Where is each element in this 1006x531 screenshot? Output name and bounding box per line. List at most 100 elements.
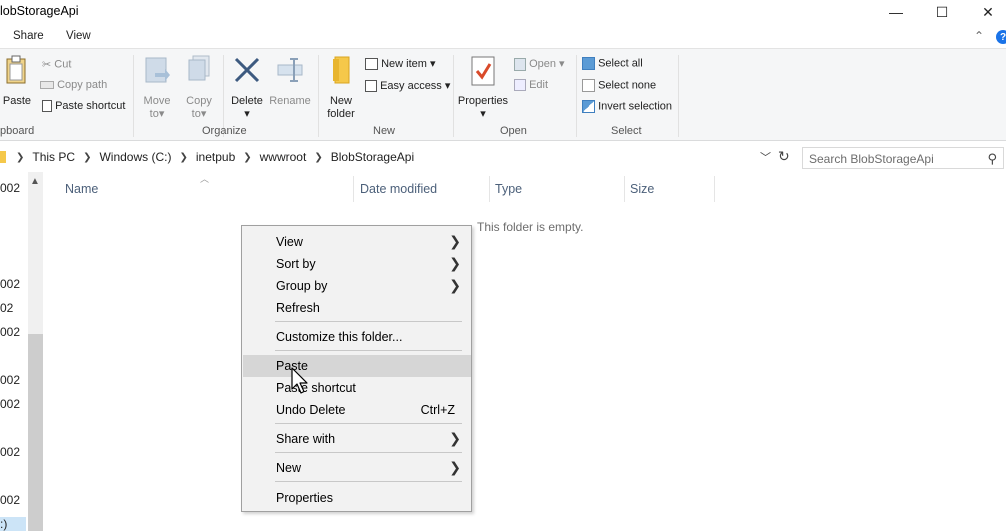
select-all-label: Select all [598,57,643,70]
column-header-name[interactable]: Name [65,182,98,196]
menu-separator [275,350,462,351]
divider [133,55,134,137]
chevron-right-icon: ❯ [449,277,461,293]
cut-button[interactable]: ✂ Cut [42,58,71,71]
tab-view[interactable]: View [66,30,91,42]
chevron-right-icon[interactable]: ❯ [83,152,91,163]
menu-item-share-with[interactable]: Share with ❯ [243,428,471,450]
rename-button[interactable]: Rename [268,55,312,108]
menu-item-refresh[interactable]: Refresh [243,297,471,319]
menu-item-group-by[interactable]: Group by ❯ [243,275,471,297]
chevron-right-icon[interactable]: ❯ [314,152,322,163]
delete-button[interactable]: Delete ▾ [230,55,264,121]
breadcrumb-inetpub[interactable]: inetpub [196,150,235,164]
ribbon-collapse-icon[interactable]: ⌃ [974,29,984,43]
chevron-right-icon[interactable]: ❯ [179,152,187,163]
new-folder-button[interactable]: New folder [324,55,358,121]
menu-item-label: Share with [276,432,336,446]
nav-item[interactable]: 002 [0,373,20,387]
menu-item-view[interactable]: View ❯ [243,231,471,253]
copy-to-button[interactable]: Copy to▾ [183,55,215,121]
search-icon[interactable]: ⚲ [987,151,997,167]
nav-item[interactable]: 02 [0,301,13,315]
close-button[interactable]: ✕ [965,0,1006,24]
menu-item-label: Refresh [276,301,320,315]
breadcrumb-wwwroot[interactable]: wwwroot [260,150,307,164]
paste-shortcut-icon [42,100,52,113]
menu-item-undo-delete[interactable]: Undo Delete Ctrl+Z [243,399,471,421]
scroll-up-icon[interactable]: ▲ [30,176,40,187]
nav-item[interactable]: 002 [0,445,20,459]
maximize-button[interactable]: ☐ [919,0,965,24]
menu-item-paste-shortcut[interactable]: Paste shortcut [243,377,471,399]
open-button[interactable]: Open ▾ [514,57,565,71]
column-header-type[interactable]: Type [495,182,522,196]
menu-item-sort-by[interactable]: Sort by ❯ [243,253,471,275]
paste-shortcut-label: Paste shortcut [55,100,126,112]
easy-access-button[interactable]: Easy access ▾ [365,79,450,93]
nav-item[interactable]: 002 [0,493,20,507]
nav-item[interactable]: 002 [0,397,20,411]
new-item-button[interactable]: New item ▾ [365,57,435,71]
breadcrumb-this-pc[interactable]: This PC [32,150,75,164]
new-folder-label-2: folder [327,108,355,120]
chevron-right-icon: ❯ [449,459,461,475]
copy-to-icon [188,55,210,81]
scissors-icon: ✂ [42,59,52,71]
column-header-date-modified[interactable]: Date modified [360,182,437,196]
help-icon[interactable]: ? [996,30,1006,44]
properties-button[interactable]: Properties ▾ [457,55,509,121]
menu-item-properties[interactable]: Properties [243,487,471,509]
column-divider[interactable] [624,176,625,202]
breadcrumb-blobstorageapi[interactable]: BlobStorageApi [331,150,414,164]
delete-x-icon [234,57,260,83]
column-divider[interactable] [353,176,354,202]
menu-item-new[interactable]: New ❯ [243,457,471,479]
context-menu: View ❯ Sort by ❯ Group by ❯ Refresh Cust… [241,225,472,512]
edit-button[interactable]: Edit [514,79,548,92]
column-divider[interactable] [714,176,715,202]
refresh-icon[interactable]: ↻ [778,148,790,165]
open-icon [514,57,526,71]
chevron-right-icon: ❯ [449,255,461,271]
chevron-right-icon[interactable]: ❯ [243,152,251,163]
paste-button[interactable]: Paste [2,55,32,108]
new-item-label: New item [381,58,427,70]
minimize-button[interactable]: — [873,0,919,24]
open-label: Open [529,58,556,70]
menu-item-label: Group by [276,279,328,293]
breadcrumb-windows-c[interactable]: Windows (C:) [99,150,171,164]
paste-shortcut-button[interactable]: Paste shortcut [42,100,126,113]
easy-access-label: Easy access [380,80,442,92]
column-divider[interactable] [489,176,490,202]
copy-path-button[interactable]: Copy path [40,79,107,91]
invert-selection-label: Invert selection [598,100,673,113]
move-to-button[interactable]: Move to▾ [141,55,173,121]
tab-share[interactable]: Share [13,30,44,42]
nav-item[interactable]: 002 [0,181,20,195]
search-box[interactable]: Search BlobStorageApi ⚲ [802,147,1004,169]
properties-dropdown-icon[interactable]: ▾ [457,108,509,121]
select-none-button[interactable]: Select none [582,79,656,92]
chevron-down-icon[interactable]: ﹀ [760,149,771,165]
select-none-label: Select none [598,79,657,92]
chevron-right-icon[interactable]: ❯ [16,152,24,163]
empty-folder-message: This folder is empty. [477,220,584,234]
nav-item[interactable]: 002 [0,277,20,291]
menu-item-customize-folder[interactable]: Customize this folder... [243,326,471,348]
nav-item[interactable]: 002 [0,325,20,339]
cut-label: Cut [54,58,72,71]
menu-item-label: Properties [276,491,333,505]
column-header-size[interactable]: Size [630,182,654,196]
menu-item-paste[interactable]: Paste [243,355,471,377]
window-title: lobStorageApi [0,4,79,18]
mouse-pointer-icon [291,367,308,394]
invert-selection-button[interactable]: Invert selection [582,100,672,113]
address-bar[interactable]: ❯ This PC ❯ Windows (C:) ❯ inetpub ❯ www… [0,146,776,168]
select-all-button[interactable]: Select all [582,57,643,70]
nav-scrollbar-thumb[interactable] [28,334,43,531]
search-input[interactable]: Search BlobStorageApi [809,152,934,166]
divider [318,55,319,137]
nav-item-selected[interactable]: :) [0,517,26,531]
delete-dropdown-icon[interactable]: ▾ [230,108,264,121]
